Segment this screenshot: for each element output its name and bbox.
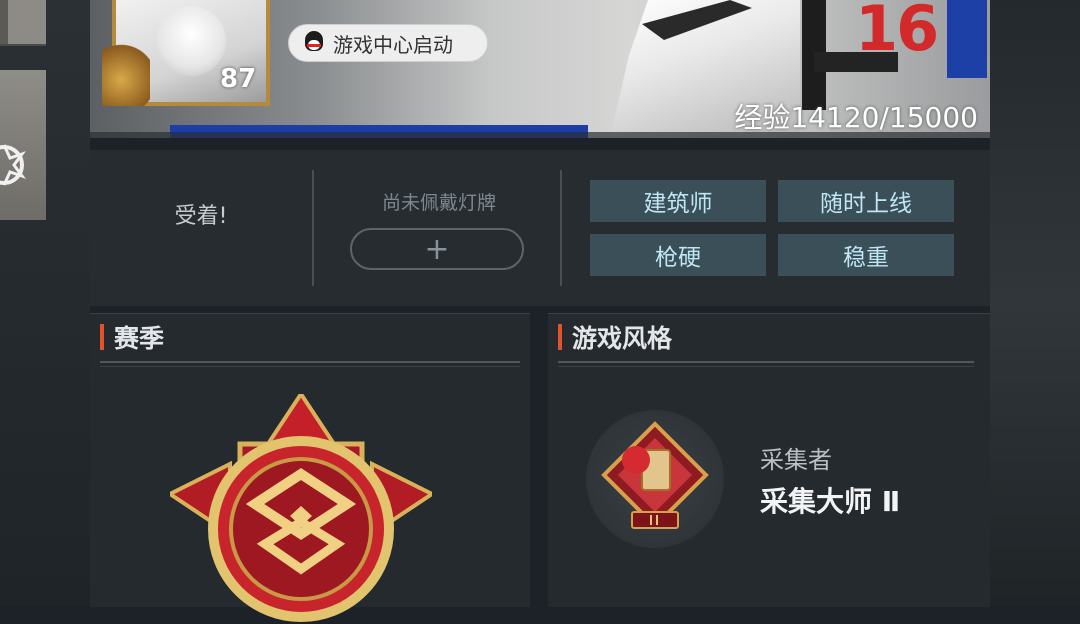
game-center-launch-button[interactable]: 游戏中心启动	[288, 24, 488, 62]
gatherer-badge-icon[interactable]	[596, 420, 714, 538]
info-panel: 受着! 尚未佩戴灯牌 + 建筑师 随时上线 枪硬 稳重	[90, 150, 990, 306]
tag-always-online[interactable]: 随时上线	[778, 180, 954, 222]
experience-readout: 经验14120/15000	[734, 101, 978, 134]
logo-text: 16	[855, 0, 939, 65]
avatar-face	[156, 6, 226, 76]
logo-block	[947, 0, 987, 78]
season-panel: 赛季	[90, 313, 530, 622]
qq-penguin-icon	[303, 31, 325, 55]
style-rank: 采集大师 Ⅱ	[760, 485, 901, 518]
title-rule	[558, 361, 974, 363]
player-level: 87	[220, 64, 257, 94]
add-light-plate-button[interactable]: +	[350, 228, 524, 270]
game-style-panel: 游戏风格 采集者 采集大师 Ⅱ	[548, 313, 990, 607]
right-backdrop	[990, 0, 1080, 606]
player-motto: 受着!	[174, 204, 228, 229]
tag-steady[interactable]: 稳重	[778, 234, 954, 276]
divider	[560, 170, 562, 286]
profile-banner: 16 87 游戏中心启动 经验14120/15000	[90, 0, 990, 138]
side-tab-top[interactable]	[0, 0, 46, 46]
title-accent-bar	[558, 324, 562, 350]
game-center-launch-label: 游戏中心启动	[333, 32, 453, 57]
title-rule-thin	[558, 366, 974, 367]
tag-gun-skill[interactable]: 枪硬	[590, 234, 766, 276]
season-title: 赛季	[100, 322, 165, 353]
avatar-ornament-icon	[102, 40, 150, 106]
style-title: 游戏风格	[558, 322, 673, 353]
title-rule	[100, 361, 520, 363]
season-rank-badge-icon[interactable]	[170, 394, 432, 624]
style-category: 采集者	[760, 446, 832, 474]
tag-architect[interactable]: 建筑师	[590, 180, 766, 222]
title-rule-thin	[100, 366, 520, 367]
divider	[312, 170, 314, 286]
light-plate-label: 尚未佩戴灯牌	[381, 192, 496, 214]
season-title-text: 赛季	[114, 324, 165, 353]
emblem-icon	[0, 144, 26, 186]
title-accent-bar	[100, 324, 104, 350]
side-tab-emblem[interactable]	[0, 70, 46, 220]
style-title-text: 游戏风格	[572, 324, 673, 353]
